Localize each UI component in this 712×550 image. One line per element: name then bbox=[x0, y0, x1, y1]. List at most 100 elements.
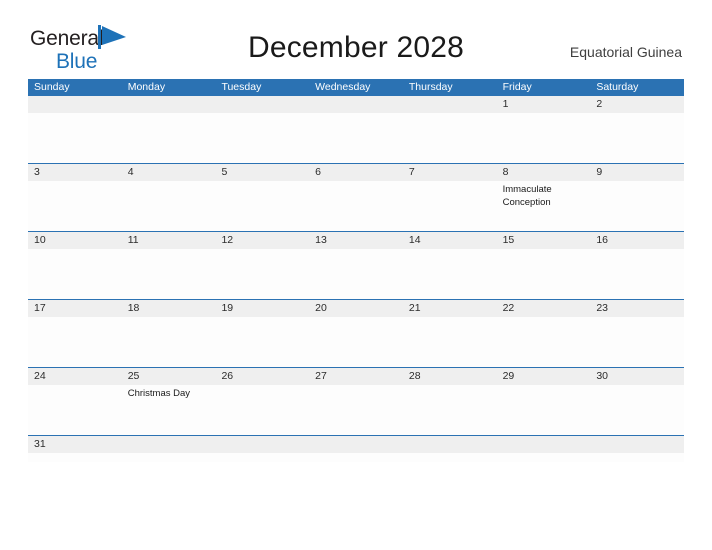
weekday-header-sunday: Sunday bbox=[34, 81, 70, 93]
day-number: 21 bbox=[408, 302, 421, 314]
day-number: 9 bbox=[596, 166, 603, 178]
day-number: 19 bbox=[221, 302, 234, 314]
calendar-day-cell[interactable] bbox=[590, 436, 685, 462]
calendar-day-cell[interactable] bbox=[215, 436, 310, 462]
calendar-day-cell[interactable]: 8 Immaculate Conception bbox=[496, 164, 591, 231]
calendar-day-cell[interactable]: 7 bbox=[402, 164, 497, 231]
calendar-week-row: 12 bbox=[28, 96, 685, 163]
calendar-day-cell[interactable]: 6 bbox=[309, 164, 403, 231]
day-number-band bbox=[496, 436, 591, 453]
day-events: Christmas Day bbox=[128, 387, 216, 400]
calendar-day-cell[interactable]: 24 bbox=[28, 368, 122, 435]
holiday-label: Immaculate Conception bbox=[502, 184, 552, 208]
calendar-week-inner: 10 11 12 13 14 15 16 bbox=[28, 232, 685, 299]
weekday-header-saturday: Saturday bbox=[596, 81, 639, 93]
calendar-week-row: 10 11 12 13 14 15 16 bbox=[28, 231, 685, 299]
calendar-week-inner: 12 bbox=[28, 96, 685, 163]
calendar-day-cell[interactable] bbox=[496, 436, 591, 462]
weekday-header-row: Sunday Monday Tuesday Wednesday Thursday… bbox=[28, 79, 684, 96]
day-number: 4 bbox=[127, 166, 134, 178]
calendar-day-cell[interactable]: 30 bbox=[590, 368, 685, 435]
calendar-day-cell[interactable]: 2 bbox=[590, 96, 685, 163]
calendar-weeks: 1 2 3 4 5 6 7 8 Immaculate Conception 9 10 11 12 13 14… bbox=[28, 96, 685, 462]
calendar-day-cell[interactable]: 27 bbox=[309, 368, 403, 435]
day-number: 23 bbox=[596, 302, 608, 314]
weekday-header-monday: Monday bbox=[127, 81, 166, 93]
calendar-day-cell[interactable]: 13 bbox=[309, 232, 403, 299]
calendar-day-cell[interactable]: 18 bbox=[121, 300, 216, 367]
calendar-grid: Sunday Monday Tuesday Wednesday Thursday… bbox=[28, 79, 685, 462]
calendar-day-cell[interactable]: 4 bbox=[121, 164, 216, 231]
day-number-band bbox=[309, 436, 403, 453]
day-number-band bbox=[121, 436, 216, 453]
weekday-header-thursday: Thursday bbox=[408, 81, 453, 93]
day-number: 18 bbox=[127, 302, 140, 314]
calendar-day-cell[interactable]: 21 bbox=[402, 300, 497, 367]
calendar-day-cell[interactable]: 1 bbox=[496, 96, 591, 163]
day-number: 31 bbox=[34, 438, 46, 450]
calendar-day-cell[interactable]: 16 bbox=[590, 232, 685, 299]
calendar-day-cell[interactable]: 10 bbox=[28, 232, 122, 299]
calendar-day-cell[interactable] bbox=[402, 436, 497, 462]
calendar-day-cell[interactable]: 15 bbox=[496, 232, 591, 299]
weekday-header-friday: Friday bbox=[502, 81, 532, 93]
day-number: 30 bbox=[596, 370, 608, 382]
day-number: 1 bbox=[502, 98, 509, 110]
calendar-day-cell[interactable]: 26 bbox=[215, 368, 310, 435]
day-number-band bbox=[215, 436, 310, 453]
day-number-band bbox=[215, 96, 310, 113]
day-events: Immaculate Conception bbox=[503, 183, 591, 209]
day-number: 16 bbox=[596, 234, 608, 246]
calendar-week-row: 17 18 19 20 21 22 23 bbox=[28, 299, 685, 367]
day-number: 10 bbox=[34, 234, 46, 246]
calendar-day-cell[interactable]: 31 bbox=[28, 436, 122, 462]
day-number-band bbox=[402, 96, 497, 113]
day-number-band bbox=[28, 96, 122, 113]
calendar-day-cell[interactable] bbox=[121, 436, 216, 462]
calendar-day-cell[interactable]: 20 bbox=[309, 300, 403, 367]
calendar-day-cell[interactable]: 11 bbox=[121, 232, 216, 299]
day-number: 3 bbox=[34, 166, 40, 178]
calendar-day-cell[interactable]: 17 bbox=[28, 300, 122, 367]
day-number: 26 bbox=[221, 370, 234, 382]
calendar-week-row: 3 4 5 6 7 8 Immaculate Conception 9 bbox=[28, 163, 685, 231]
day-number: 7 bbox=[408, 166, 415, 178]
day-number: 20 bbox=[315, 302, 327, 314]
holiday-label: Christmas Day bbox=[127, 388, 191, 399]
calendar-day-cell[interactable]: 22 bbox=[496, 300, 591, 367]
day-number: 13 bbox=[315, 234, 327, 246]
calendar-day-cell[interactable]: 23 bbox=[590, 300, 685, 367]
calendar-day-cell[interactable] bbox=[28, 96, 122, 163]
weekday-header-wednesday: Wednesday bbox=[315, 81, 371, 93]
calendar-week-inner: 31 bbox=[28, 436, 685, 462]
calendar-week-inner: 24 25 Christmas Day 26 27 28 29 30 bbox=[28, 368, 685, 435]
calendar-day-cell[interactable]: 19 bbox=[215, 300, 310, 367]
page-header: General Blue December 2028 Equatorial Gu… bbox=[0, 0, 712, 78]
calendar-day-cell[interactable]: 25 Christmas Day bbox=[121, 368, 216, 435]
day-number: 15 bbox=[502, 234, 515, 246]
day-number-band bbox=[121, 96, 216, 113]
day-number: 5 bbox=[221, 166, 228, 178]
day-number: 29 bbox=[502, 370, 515, 382]
calendar-day-cell[interactable]: 5 bbox=[215, 164, 310, 231]
calendar-week-inner: 17 18 19 20 21 22 23 bbox=[28, 300, 685, 367]
calendar-day-cell[interactable]: 9 bbox=[590, 164, 685, 231]
day-number: 28 bbox=[408, 370, 421, 382]
day-number-band bbox=[402, 436, 497, 453]
calendar-day-cell[interactable] bbox=[402, 96, 497, 163]
calendar-day-cell[interactable] bbox=[309, 436, 403, 462]
calendar-day-cell[interactable]: 29 bbox=[496, 368, 591, 435]
calendar-day-cell[interactable]: 3 bbox=[28, 164, 122, 231]
calendar-day-cell[interactable]: 14 bbox=[402, 232, 497, 299]
day-number: 6 bbox=[315, 166, 321, 178]
calendar-day-cell[interactable] bbox=[309, 96, 403, 163]
calendar-day-cell[interactable]: 12 bbox=[215, 232, 310, 299]
day-number: 11 bbox=[127, 234, 139, 246]
calendar-day-cell[interactable]: 28 bbox=[402, 368, 497, 435]
day-number: 27 bbox=[315, 370, 327, 382]
day-number-band bbox=[590, 436, 685, 453]
day-number: 2 bbox=[596, 98, 603, 110]
calendar-day-cell[interactable] bbox=[121, 96, 216, 163]
day-number: 24 bbox=[34, 370, 46, 382]
calendar-day-cell[interactable] bbox=[215, 96, 310, 163]
